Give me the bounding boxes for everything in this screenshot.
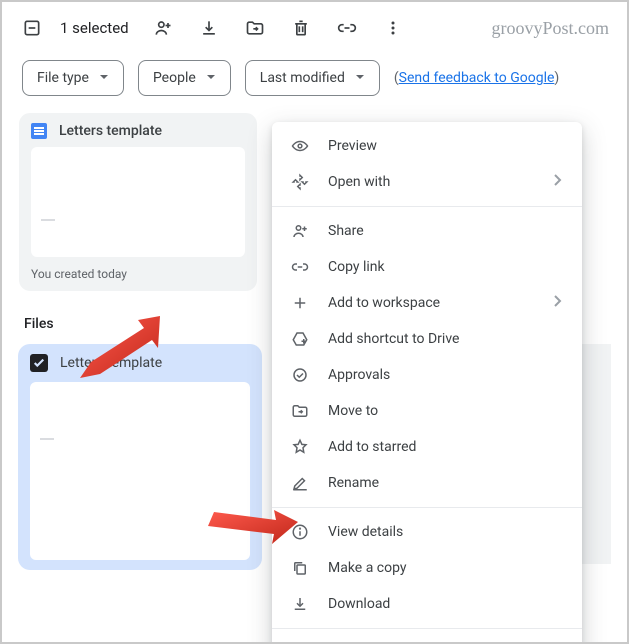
- menu-label: Add shortcut to Drive: [328, 331, 459, 347]
- feedback-link[interactable]: Send feedback to Google: [399, 70, 555, 86]
- info-icon: [290, 522, 310, 542]
- menu-item-move-to[interactable]: Move to: [272, 393, 582, 429]
- suggested-card[interactable]: Letters template You created today: [18, 112, 258, 292]
- menu-item-remove[interactable]: Remove: [272, 635, 582, 644]
- menu-label: Share: [328, 223, 364, 239]
- menu-separator: [272, 206, 582, 207]
- menu-item-share[interactable]: Share: [272, 213, 582, 249]
- menu-item-download[interactable]: Download: [272, 586, 582, 622]
- chip-label: People: [153, 70, 196, 86]
- pencil-icon: [290, 473, 310, 493]
- menu-label: Download: [328, 596, 390, 612]
- feedback-container: (Send feedback to Google): [394, 70, 559, 86]
- menu-separator: [272, 628, 582, 629]
- chip-file-type[interactable]: File type: [22, 60, 124, 96]
- drive-shortcut-icon: [290, 329, 310, 349]
- menu-label: Open with: [328, 174, 390, 190]
- menu-item-add-starred[interactable]: Add to starred: [272, 429, 582, 465]
- menu-label: Approvals: [328, 367, 390, 383]
- file-card-selected[interactable]: Letters template: [18, 344, 262, 570]
- more-icon[interactable]: [381, 16, 405, 40]
- menu-item-approvals[interactable]: Approvals: [272, 357, 582, 393]
- menu-item-rename[interactable]: Rename: [272, 465, 582, 501]
- menu-item-view-details[interactable]: View details: [272, 514, 582, 550]
- eye-icon: [290, 136, 310, 156]
- approvals-icon: [290, 365, 310, 385]
- share-people-icon[interactable]: [151, 16, 175, 40]
- menu-label: Rename: [328, 475, 379, 491]
- card-title: Letters template: [59, 123, 162, 139]
- card-reason: You created today: [31, 267, 245, 281]
- menu-item-open-with[interactable]: Open with: [272, 164, 582, 200]
- link-icon: [290, 257, 310, 277]
- selection-count: 1 selected: [60, 19, 129, 37]
- menu-item-preview[interactable]: Preview: [272, 128, 582, 164]
- context-menu: Preview Open with Share Copy link Add to…: [272, 122, 582, 644]
- chip-label: File type: [37, 70, 89, 86]
- filter-bar: File type People Last modified (Send fee…: [4, 54, 625, 112]
- menu-label: Make a copy: [328, 560, 407, 576]
- folder-move-icon: [290, 401, 310, 421]
- deselect-icon[interactable]: [20, 16, 44, 40]
- file-title: Letters template: [60, 355, 162, 371]
- caret-down-icon: [206, 70, 216, 86]
- chevron-right-icon: [550, 173, 564, 191]
- move-to-icon[interactable]: [243, 16, 267, 40]
- menu-separator: [272, 507, 582, 508]
- menu-item-add-shortcut[interactable]: Add shortcut to Drive: [272, 321, 582, 357]
- menu-label: Add to workspace: [328, 295, 440, 311]
- star-icon: [290, 437, 310, 457]
- copy-icon: [290, 558, 310, 578]
- chip-label: Last modified: [260, 70, 345, 86]
- menu-label: Add to starred: [328, 439, 416, 455]
- caret-down-icon: [355, 70, 365, 86]
- google-doc-icon: [31, 123, 47, 139]
- checkbox-checked-icon[interactable]: [30, 354, 48, 372]
- menu-item-add-workspace[interactable]: Add to workspace: [272, 285, 582, 321]
- link-icon[interactable]: [335, 16, 359, 40]
- card-thumbnail: [31, 147, 245, 257]
- file-thumbnail: [30, 382, 250, 560]
- download-icon: [290, 594, 310, 614]
- watermark-text: groovyPost.com: [491, 18, 609, 39]
- chevron-right-icon: [550, 294, 564, 312]
- download-icon[interactable]: [197, 16, 221, 40]
- trash-icon[interactable]: [289, 16, 313, 40]
- open-with-icon: [290, 172, 310, 192]
- plus-icon: [290, 293, 310, 313]
- menu-label: Preview: [328, 138, 377, 154]
- menu-label: View details: [328, 524, 403, 540]
- menu-label: Move to: [328, 403, 378, 419]
- menu-item-make-copy[interactable]: Make a copy: [272, 550, 582, 586]
- menu-item-copy-link[interactable]: Copy link: [272, 249, 582, 285]
- menu-label: Copy link: [328, 259, 385, 275]
- selection-toolbar: 1 selected groovyPost.com: [4, 4, 625, 54]
- share-icon: [290, 221, 310, 241]
- chip-last-modified[interactable]: Last modified: [245, 60, 380, 96]
- caret-down-icon: [99, 70, 109, 86]
- chip-people[interactable]: People: [138, 60, 231, 96]
